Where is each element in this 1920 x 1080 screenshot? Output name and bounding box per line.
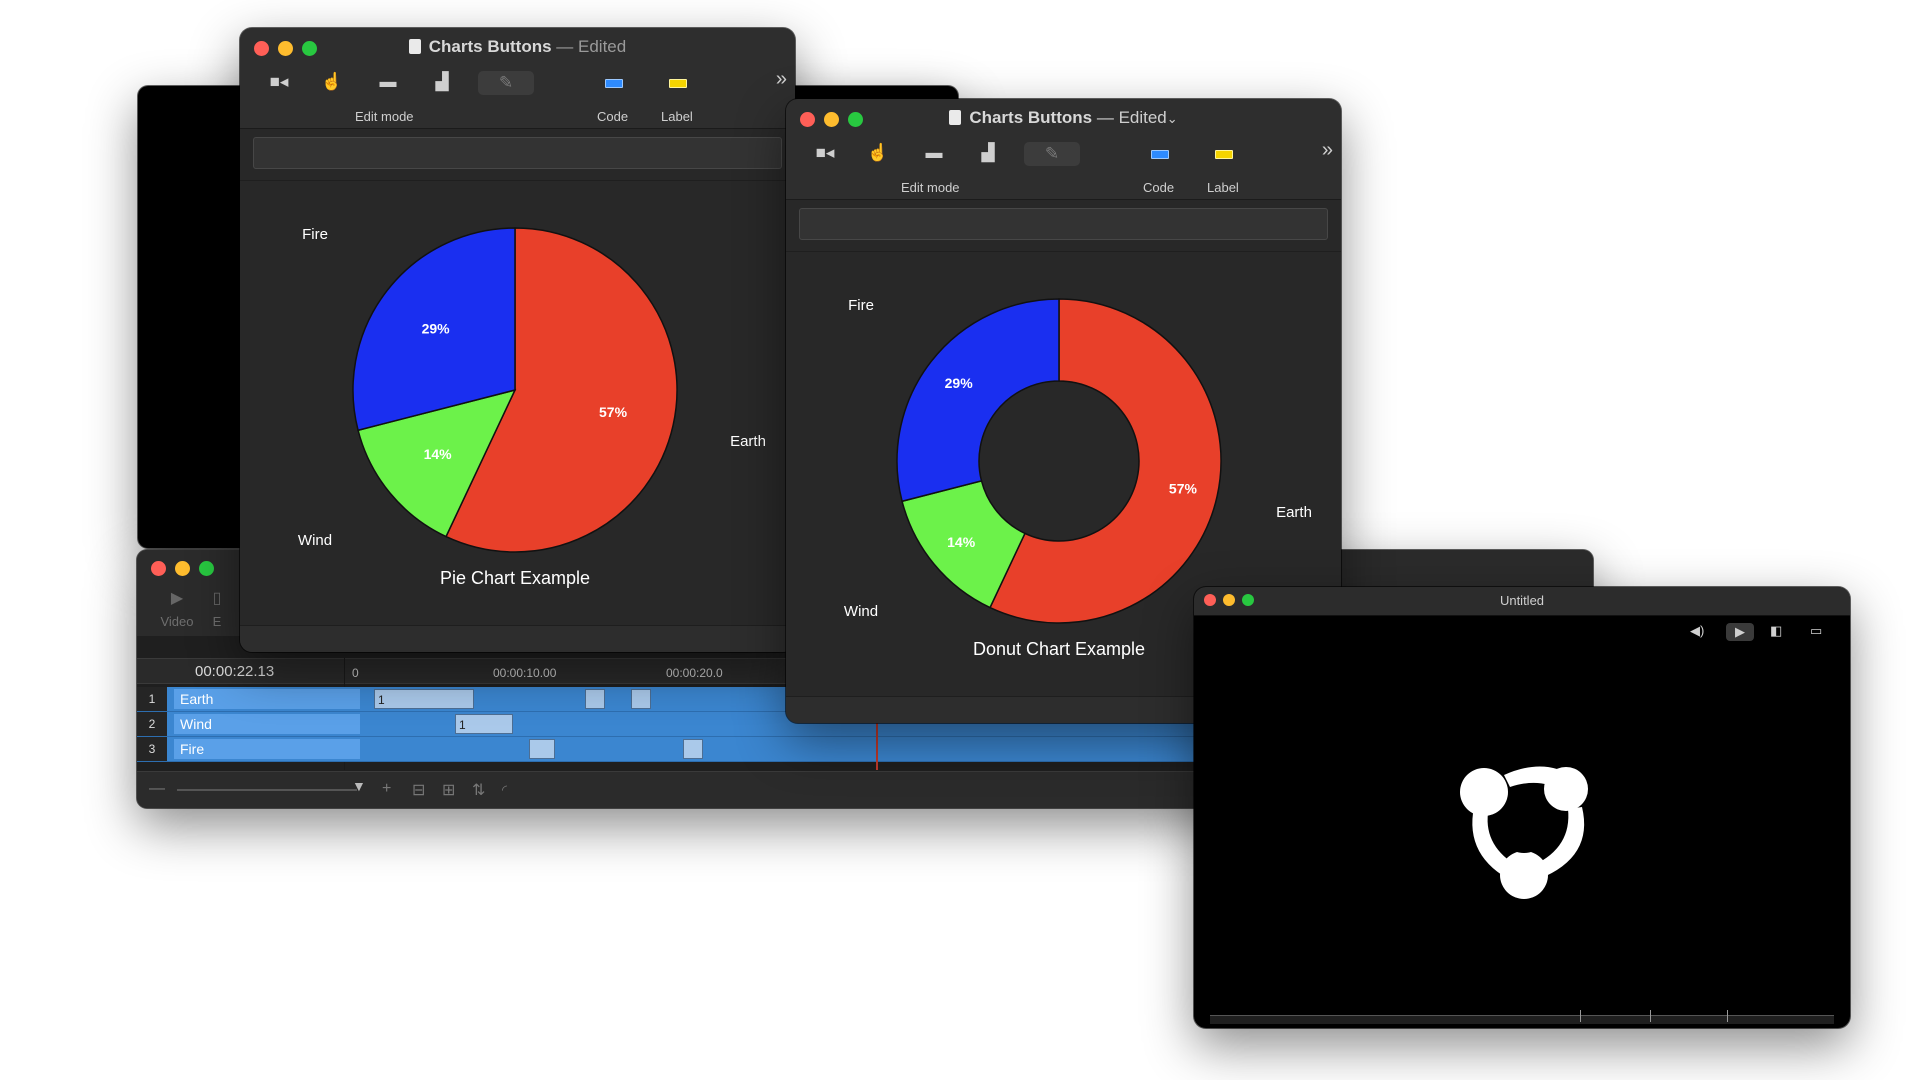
track-number: 3 xyxy=(137,737,167,761)
ruler-mark: 0 xyxy=(352,666,359,680)
category-label-earth: Earth xyxy=(730,433,766,450)
timeline-clip[interactable]: 1 xyxy=(374,689,474,709)
current-time: 00:00:22.13 xyxy=(195,663,275,680)
volume-icon[interactable]: ◀) xyxy=(1690,623,1704,639)
track-number: 1 xyxy=(137,687,167,711)
scrubber-tick xyxy=(1580,1010,1581,1022)
value-label-fire: 29% xyxy=(422,320,451,336)
display-icon[interactable]: ▭ xyxy=(1810,623,1822,639)
video-tool-label: Video xyxy=(160,614,194,629)
add-track-icon[interactable]: ⊟ xyxy=(412,780,425,800)
edit-tool[interactable]: ▯ E xyxy=(197,588,237,629)
value-label-fire: 29% xyxy=(945,375,974,391)
ruler-mark: 00:00:10.00 xyxy=(493,666,557,680)
value-label-earth: 57% xyxy=(599,404,628,420)
minimize-button[interactable] xyxy=(175,561,190,576)
plus-icon[interactable]: + xyxy=(382,780,391,798)
zoom-slider-thumb-icon[interactable]: ▼ xyxy=(352,778,366,794)
timeline-clip[interactable] xyxy=(585,689,605,709)
window-status-bar xyxy=(240,625,795,652)
scrubber-tick xyxy=(1727,1010,1728,1022)
window-titlebar: Untitled xyxy=(1194,587,1850,616)
untitled-video-window: Untitled ◀) ▶ ◧ ▭ xyxy=(1194,587,1850,1028)
timeline-clip[interactable] xyxy=(631,689,651,709)
logo-icon xyxy=(1460,766,1588,899)
category-label-wind: Wind xyxy=(844,603,878,620)
category-label-fire: Fire xyxy=(302,226,328,243)
category-label-fire: Fire xyxy=(848,297,874,314)
pie-chart-window: Charts Buttons — Edited ■◂ ☝ ▬ ▟ ✎ Edit … xyxy=(240,28,795,652)
sort-icon[interactable]: ⇅ xyxy=(472,780,485,800)
chart-title: Donut Chart Example xyxy=(973,639,1145,659)
ruler-mark: 00:00:20.0 xyxy=(666,666,723,680)
category-label-earth: Earth xyxy=(1276,504,1312,521)
value-label-wind: 14% xyxy=(947,534,976,550)
mirror-icon[interactable]: ◧ xyxy=(1770,623,1782,639)
category-label-wind: Wind xyxy=(298,532,332,549)
chart-title: Pie Chart Example xyxy=(440,568,590,588)
zoom-slider[interactable] xyxy=(177,789,357,791)
window-controls xyxy=(151,561,214,576)
split-icon[interactable]: ⊞ xyxy=(442,780,455,800)
value-label-earth: 57% xyxy=(1169,481,1198,497)
window-title: Untitled xyxy=(1499,593,1545,608)
slice-fire xyxy=(896,298,1060,503)
zoom-button[interactable] xyxy=(199,561,214,576)
track-name[interactable]: Earth xyxy=(174,689,360,709)
track-number: 2 xyxy=(137,712,167,736)
close-button[interactable] xyxy=(151,561,166,576)
edit-tool-label: E xyxy=(212,614,222,629)
minus-icon[interactable]: — xyxy=(149,780,165,798)
video-toggle-icon[interactable]: ▶ xyxy=(1726,623,1754,641)
track-name[interactable]: Fire xyxy=(174,739,360,759)
pie-chart: 57% 14% 29% Earth Wind Fire Pie Chart Example xyxy=(298,226,766,588)
track-name[interactable]: Wind xyxy=(174,714,360,734)
edit-icon: ▯ xyxy=(212,590,222,607)
timeline-clip[interactable] xyxy=(529,739,555,759)
timeline-clip[interactable]: 1 xyxy=(455,714,513,734)
rss-icon[interactable]: ◜ xyxy=(502,782,507,798)
scrubber-tick xyxy=(1650,1010,1651,1022)
value-label-wind: 14% xyxy=(424,446,453,462)
playback-scrubber[interactable] xyxy=(1210,1010,1834,1024)
timeline-clip[interactable] xyxy=(683,739,703,759)
